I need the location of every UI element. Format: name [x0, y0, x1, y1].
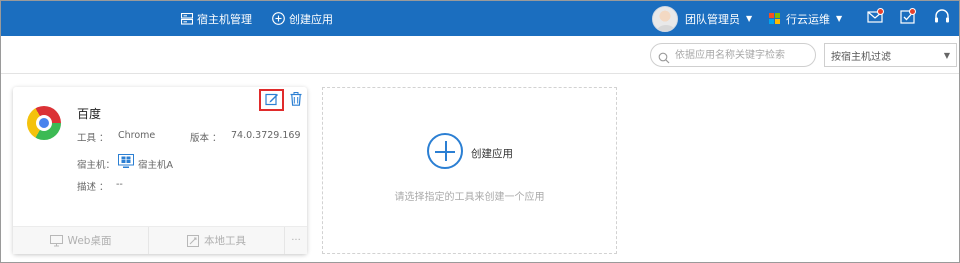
chevron-down-icon: ▼ — [943, 51, 950, 60]
more-button[interactable]: ··· — [285, 227, 307, 254]
notification-dot — [877, 8, 884, 15]
local-tool-label: 本地工具 — [204, 235, 246, 247]
host-filter-value: 按宿主机过滤 — [831, 51, 891, 63]
app-name: 百度 — [77, 107, 102, 121]
description-value: -- — [116, 179, 123, 190]
avatar — [652, 5, 678, 32]
local-tool-icon — [187, 234, 199, 247]
tool-value: Chrome — [118, 130, 156, 141]
chevron-down-icon: ▼ — [746, 14, 753, 23]
add-icon[interactable] — [427, 133, 463, 169]
version-label: 版本 ： — [190, 133, 222, 144]
web-desktop-button[interactable]: Web桌面 — [13, 227, 149, 254]
description-label: 描述 ： — [77, 182, 109, 193]
create-app-label: 创建应用 — [289, 12, 333, 26]
chevron-down-icon: ▼ — [836, 14, 843, 23]
card-footer: Web桌面 本地工具 ··· — [13, 226, 307, 254]
host-filter-select[interactable]: 按宿主机过滤 ▼ — [824, 43, 957, 67]
local-tool-button[interactable]: 本地工具 — [149, 227, 285, 254]
create-app-hint: 请选择指定的工具来创建一个应用 — [394, 192, 545, 203]
notification-dot — [909, 8, 916, 15]
host-manage-nav[interactable]: 宿主机管理 — [181, 1, 252, 36]
filter-bar: 按宿主机过滤 ▼ — [1, 36, 959, 74]
host-value: 宿主机A — [138, 160, 173, 171]
headset-icon — [934, 8, 950, 28]
trash-icon — [290, 91, 302, 110]
search-icon — [658, 49, 670, 68]
org-name: 行云运维 — [786, 12, 830, 26]
support-button[interactable] — [931, 7, 953, 29]
search-input[interactable] — [675, 47, 811, 64]
plus-circle-icon — [272, 12, 285, 25]
org-menu[interactable]: 行云运维 ▼ — [769, 1, 842, 36]
create-app-card-label: 创建应用 — [471, 148, 513, 160]
tool-label: 工具 ： — [77, 133, 109, 144]
top-navigation-bar: 宿主机管理 创建应用 团队管理员 ▼ 行云运维 ▼ — [1, 1, 959, 36]
user-menu[interactable]: 团队管理员 ▼ — [652, 1, 752, 36]
host-manage-label: 宿主机管理 — [197, 12, 252, 26]
search-box[interactable] — [650, 43, 816, 67]
server-list-icon — [181, 12, 193, 25]
host-label: 宿主机： — [77, 160, 116, 171]
windows-desktop-icon — [118, 154, 134, 172]
create-app-nav[interactable]: 创建应用 — [272, 1, 333, 36]
edit-button[interactable] — [259, 89, 284, 111]
task-button[interactable] — [896, 7, 918, 29]
create-app-card[interactable]: 创建应用 请选择指定的工具来创建一个应用 — [322, 87, 617, 254]
app-card[interactable]: 百度 工具 ： Chrome 版本 ： 74.0.3729.169 宿主机： 宿… — [13, 87, 307, 254]
edit-icon — [264, 91, 279, 110]
user-name: 团队管理员 — [685, 12, 740, 26]
version-value: 74.0.3729.169 — [231, 130, 301, 141]
message-button[interactable] — [864, 7, 886, 29]
delete-button[interactable] — [289, 91, 303, 110]
chrome-logo-icon — [27, 106, 61, 140]
windows-logo-icon — [769, 13, 780, 24]
web-desktop-label: Web桌面 — [67, 235, 112, 247]
monitor-icon — [49, 234, 63, 247]
